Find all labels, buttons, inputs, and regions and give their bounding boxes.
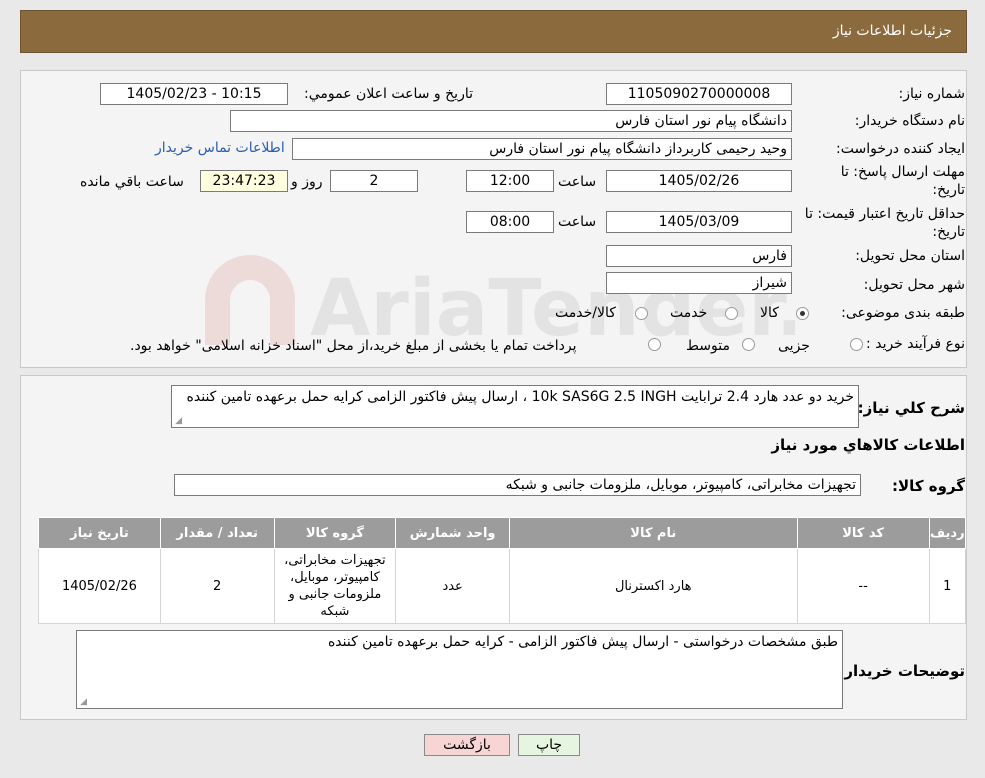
cell-code: -- bbox=[796, 548, 930, 624]
announce-label: تاریخ و ساعت اعلان عمومي: bbox=[304, 86, 473, 102]
requester-field: وحید رحیمی کاربرداز دانشگاه پیام نور است… bbox=[292, 138, 792, 160]
resize-grip-icon: ◢ bbox=[175, 416, 182, 426]
col-header-code: کد کالا bbox=[796, 517, 930, 549]
general-desc-textarea[interactable]: خرید دو عدد هارد 2.4 ترابایت 10k SAS6G 2… bbox=[171, 385, 859, 428]
deadline-label-line2: تاریخ: bbox=[932, 182, 965, 198]
goods-info-title: اطلاعات کالاهاي مورد نیاز bbox=[771, 436, 965, 454]
buyer-notes-label: توضیحات خریدار: bbox=[838, 662, 965, 680]
price-validity-label-line2: تاریخ: bbox=[932, 224, 965, 240]
cell-name: هارد اکسترنال bbox=[508, 548, 798, 624]
category-option-goods-service: کالا/خدمت bbox=[555, 305, 616, 321]
buyer-org-field: دانشگاه پیام نور استان فارس bbox=[230, 110, 792, 132]
category-radio-goods[interactable] bbox=[796, 307, 809, 320]
category-label: طبقه بندی موضوعی: bbox=[841, 305, 965, 321]
category-radio-goods-service[interactable] bbox=[635, 307, 648, 320]
need-number-field: 1105090270000008 bbox=[606, 83, 792, 105]
cell-unit: عدد bbox=[395, 548, 510, 624]
city-field: شیراز bbox=[606, 272, 792, 294]
province-field: فارس bbox=[606, 245, 792, 267]
print-button[interactable]: چاپ bbox=[518, 734, 580, 756]
cell-group: تجهیزات مخابراتی، کامپیوتر، موبایل، ملزو… bbox=[273, 548, 397, 624]
price-validity-date-field: 1405/03/09 bbox=[606, 211, 792, 233]
process-option-medium: متوسط bbox=[686, 338, 730, 354]
cell-qty: 2 bbox=[159, 548, 275, 624]
category-option-service: خدمت bbox=[670, 305, 708, 321]
cell-date: 1405/02/26 bbox=[38, 548, 161, 624]
deadline-days-label: روز و bbox=[291, 174, 323, 190]
col-header-date: تاریخ نیاز bbox=[38, 517, 161, 549]
price-validity-time-field: 08:00 bbox=[466, 211, 554, 233]
page-title: جزئیات اطلاعات نیاز bbox=[832, 23, 952, 39]
deadline-time-label: ساعت bbox=[558, 174, 597, 190]
deadline-label-line1: مهلت ارسال پاسخ: تا bbox=[840, 164, 965, 180]
price-validity-time-label: ساعت bbox=[558, 214, 597, 230]
back-button[interactable]: بازگشت bbox=[424, 734, 510, 756]
general-desc-text: خرید دو عدد هارد 2.4 ترابایت 10k SAS6G 2… bbox=[186, 389, 854, 405]
page-header: جزئیات اطلاعات نیاز bbox=[20, 10, 967, 53]
buyer-notes-textarea[interactable]: طبق مشخصات درخواستی - ارسال پیش فاکتور ا… bbox=[76, 630, 843, 709]
remaining-time-field: 23:47:23 bbox=[200, 170, 288, 192]
buyer-org-label: نام دستگاه خریدار: bbox=[854, 113, 965, 129]
need-number-label: شماره نیاز: bbox=[898, 86, 966, 102]
category-option-goods: کالا bbox=[760, 305, 779, 321]
general-desc-label: شرح کلي نیاز: bbox=[857, 399, 965, 417]
process-label: نوع فرآیند خرید : bbox=[866, 336, 965, 352]
col-header-unit: واحد شمارش bbox=[395, 517, 510, 549]
col-header-name: نام کالا bbox=[508, 517, 798, 549]
items-table: ردیف کد کالا نام کالا واحد شمارش گروه کا… bbox=[38, 517, 967, 624]
table-header-row: ردیف کد کالا نام کالا واحد شمارش گروه کا… bbox=[38, 517, 967, 549]
city-label: شهر محل تحویل: bbox=[863, 277, 965, 293]
goods-group-label: گروه کالا: bbox=[892, 477, 965, 495]
price-validity-label-line1: حداقل تاریخ اعتبار قیمت: تا bbox=[804, 206, 965, 222]
requester-label: ایجاد کننده درخواست: bbox=[836, 141, 965, 157]
buyer-contact-link[interactable]: اطلاعات تماس خریدار bbox=[155, 140, 285, 156]
process-radio-medium[interactable] bbox=[742, 338, 755, 351]
deadline-time-field: 12:00 bbox=[466, 170, 554, 192]
deadline-date-field: 1405/02/26 bbox=[606, 170, 792, 192]
process-note: پرداخت تمام یا بخشی از مبلغ خرید،از محل … bbox=[130, 338, 577, 354]
col-header-group: گروه کالا bbox=[273, 517, 397, 549]
table-row: 1 -- هارد اکسترنال عدد تجهیزات مخابراتی،… bbox=[38, 548, 967, 624]
cell-row-number: 1 bbox=[928, 548, 967, 624]
province-label: استان محل تحویل: bbox=[855, 248, 965, 264]
remaining-time-label: ساعت باقي مانده bbox=[80, 174, 184, 190]
process-radio-minor[interactable] bbox=[850, 338, 863, 351]
goods-group-field: تجهیزات مخابراتی، کامپیوتر، موبایل، ملزو… bbox=[174, 474, 861, 496]
col-header-row: ردیف bbox=[928, 517, 967, 549]
resize-grip-icon: ◢ bbox=[80, 697, 87, 707]
category-radio-service[interactable] bbox=[725, 307, 738, 320]
process-radio-treasury[interactable] bbox=[648, 338, 661, 351]
process-option-minor: جزیی bbox=[778, 338, 810, 354]
buyer-notes-text: طبق مشخصات درخواستی - ارسال پیش فاکتور ا… bbox=[327, 634, 838, 650]
col-header-qty: تعداد / مقدار bbox=[159, 517, 275, 549]
deadline-days-field: 2 bbox=[330, 170, 418, 192]
announce-field: 1405/02/23 - 10:15 bbox=[100, 83, 288, 105]
